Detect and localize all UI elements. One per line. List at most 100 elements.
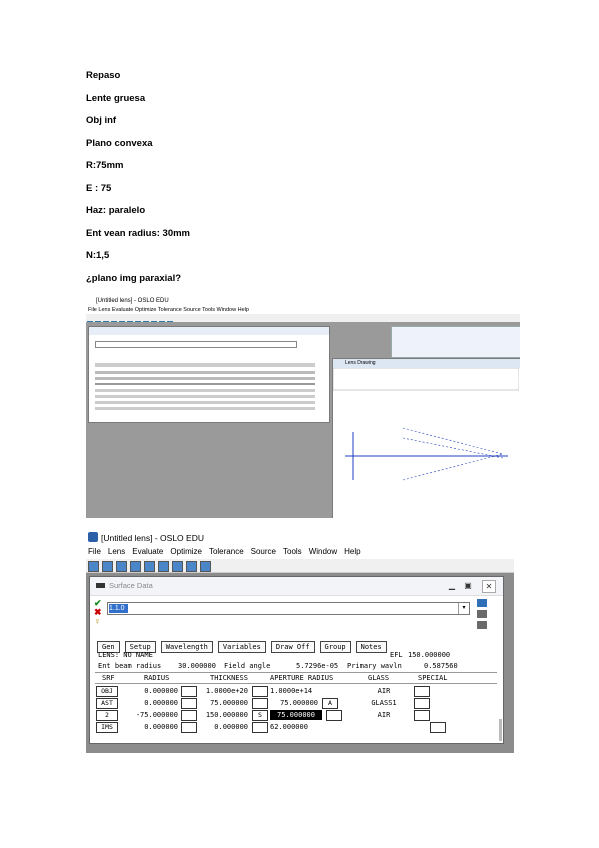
- surface-data-title: Surface Data: [109, 581, 153, 590]
- calc-icon[interactable]: [200, 561, 211, 572]
- glass-cell[interactable]: AIR: [362, 710, 406, 720]
- thickness-cell[interactable]: 0.000000: [200, 722, 248, 732]
- divider: [95, 672, 497, 673]
- radius-cell[interactable]: 0.000000: [120, 686, 178, 696]
- small-header-line: [95, 383, 315, 385]
- side-panel-icons: [477, 599, 501, 632]
- glass-special-button[interactable]: [414, 710, 430, 721]
- lens-drawing-titlebar: Lens Drawing: [333, 359, 520, 368]
- glass-cell[interactable]: AIR: [362, 686, 406, 696]
- note-line: Ent vean radius: 30mm: [86, 227, 191, 239]
- spreadsheet-menu-icon[interactable]: [477, 599, 487, 607]
- thickness-cell[interactable]: 150.000000: [200, 710, 248, 720]
- glass-cell[interactable]: GLASS1: [362, 698, 406, 708]
- copy-icon[interactable]: [144, 561, 155, 572]
- lens-drawing-window[interactable]: Lens Drawing: [332, 358, 520, 518]
- help-bulb-icon[interactable]: ♀: [94, 617, 104, 626]
- radius-special-button[interactable]: [181, 722, 197, 733]
- toolbar: [86, 559, 514, 573]
- menu-window[interactable]: Window: [309, 547, 337, 556]
- wavelength-button[interactable]: Wavelength: [160, 641, 213, 653]
- radius-special-button[interactable]: [181, 698, 197, 709]
- lens-drawing-plot: [332, 367, 520, 481]
- thickness-special-button[interactable]: [252, 698, 268, 709]
- special-button[interactable]: [430, 722, 446, 733]
- draw-off-button[interactable]: Draw Off: [270, 641, 315, 653]
- menu-help[interactable]: Help: [344, 547, 360, 556]
- efl-value: 150.000000: [408, 651, 451, 659]
- radius-cell[interactable]: 0.000000: [120, 698, 178, 708]
- radius-cell[interactable]: 0.000000: [120, 722, 178, 732]
- small-menu-bar: File Lens Evaluate Optimize Tolerance So…: [88, 307, 249, 313]
- group-button[interactable]: Group: [319, 641, 351, 653]
- aperture-cell-selected[interactable]: 75.000000: [270, 710, 322, 720]
- menu-file[interactable]: File: [88, 547, 101, 556]
- thickness-cell[interactable]: 1.0000e+20: [200, 686, 248, 696]
- options-icon[interactable]: [477, 621, 487, 629]
- ray-line: [402, 453, 504, 481]
- radius-special-button[interactable]: [181, 686, 197, 697]
- aperture-special-button[interactable]: A: [322, 698, 338, 709]
- plot-icon[interactable]: [186, 561, 197, 572]
- note-line: Obj inf: [86, 115, 117, 126]
- row-srf-button[interactable]: AST: [96, 698, 118, 709]
- menu-tolerance[interactable]: Tolerance: [209, 547, 244, 556]
- aperture-cell[interactable]: 75.000000: [270, 698, 318, 708]
- small-oslo-screenshot: [Untitled lens] - OSLO EDU File Lens Eva…: [86, 296, 520, 518]
- cell-edit-input[interactable]: 1.1.0 ▾: [107, 602, 470, 615]
- edit-actions: ✔ ✖ ♀: [94, 599, 104, 626]
- menu-bar: File Lens Evaluate Optimize Tolerance Source T…: [88, 546, 368, 558]
- field-angle-label: Field angle: [224, 662, 271, 670]
- menu-lens[interactable]: Lens: [108, 547, 125, 556]
- thickness-special-button[interactable]: S: [252, 710, 268, 721]
- aperture-cell[interactable]: 62.000000: [270, 722, 322, 732]
- oslo-screenshot: [Untitled lens] - OSLO EDU File Lens Evalu…: [86, 531, 514, 753]
- divider: [95, 683, 497, 684]
- report-icon[interactable]: [172, 561, 183, 572]
- cell-edit-value: 1.1.0: [109, 604, 128, 613]
- aperture-cell[interactable]: 1.0000e+14: [270, 686, 322, 696]
- chevron-down-icon[interactable]: ▾: [458, 603, 469, 614]
- thickness-special-button[interactable]: [252, 686, 268, 697]
- col-glass: GLASS: [368, 674, 390, 682]
- minimize-icon[interactable]: ▁: [446, 580, 458, 591]
- grid-icon[interactable]: [477, 610, 487, 618]
- chart-icon[interactable]: [158, 561, 169, 572]
- notes-list: Repaso Lente gruesa Obj inf Plano convex…: [86, 70, 190, 295]
- row-srf-button[interactable]: OBJ: [96, 686, 118, 697]
- variables-button[interactable]: Variables: [217, 641, 266, 653]
- notes-button[interactable]: Notes: [355, 641, 387, 653]
- primary-wavln-value: 0.587560: [424, 662, 458, 670]
- menu-source[interactable]: Source: [251, 547, 276, 556]
- thickness-cell[interactable]: 75.000000: [200, 698, 248, 708]
- glass-special-button[interactable]: [414, 698, 430, 709]
- restore-icon[interactable]: ▣: [462, 580, 474, 591]
- small-table-row: [95, 401, 315, 404]
- col-thickness: THICKNESS: [210, 674, 248, 682]
- thickness-special-button[interactable]: [252, 722, 268, 733]
- aperture-special-button[interactable]: [326, 710, 342, 721]
- col-aperture-radius: APERTURE RADIUS: [270, 674, 334, 682]
- open-icon[interactable]: [102, 561, 113, 572]
- close-icon[interactable]: ✕: [482, 580, 496, 593]
- row-srf-button[interactable]: 2: [96, 710, 118, 721]
- menu-optimize[interactable]: Optimize: [170, 547, 202, 556]
- small-edit-field[interactable]: [95, 341, 297, 348]
- primary-wavln-label: Primary wavln: [347, 662, 402, 670]
- vertical-scrollbar[interactable]: [499, 719, 502, 741]
- radius-cell[interactable]: -75.000000: [120, 710, 178, 720]
- surface-data-window[interactable]: Surface Data ▁ ▣ ✕ ✔ ✖ ♀ 1.1.0 ▾ Gen Setu…: [89, 576, 504, 744]
- new-icon[interactable]: [88, 561, 99, 572]
- col-srf: SRF: [102, 674, 115, 682]
- menu-tools[interactable]: Tools: [283, 547, 302, 556]
- radius-special-button[interactable]: [181, 710, 197, 721]
- edit-icon[interactable]: [130, 561, 141, 572]
- small-surface-data-window[interactable]: [88, 326, 330, 423]
- menu-evaluate[interactable]: Evaluate: [132, 547, 163, 556]
- row-srf-button[interactable]: IMS: [96, 722, 118, 733]
- ray-line: [402, 437, 504, 459]
- glass-special-button[interactable]: [414, 686, 430, 697]
- note-line: Repaso: [86, 70, 121, 81]
- save-icon[interactable]: [116, 561, 127, 572]
- small-window-title: [Untitled lens] - OSLO EDU: [96, 298, 169, 304]
